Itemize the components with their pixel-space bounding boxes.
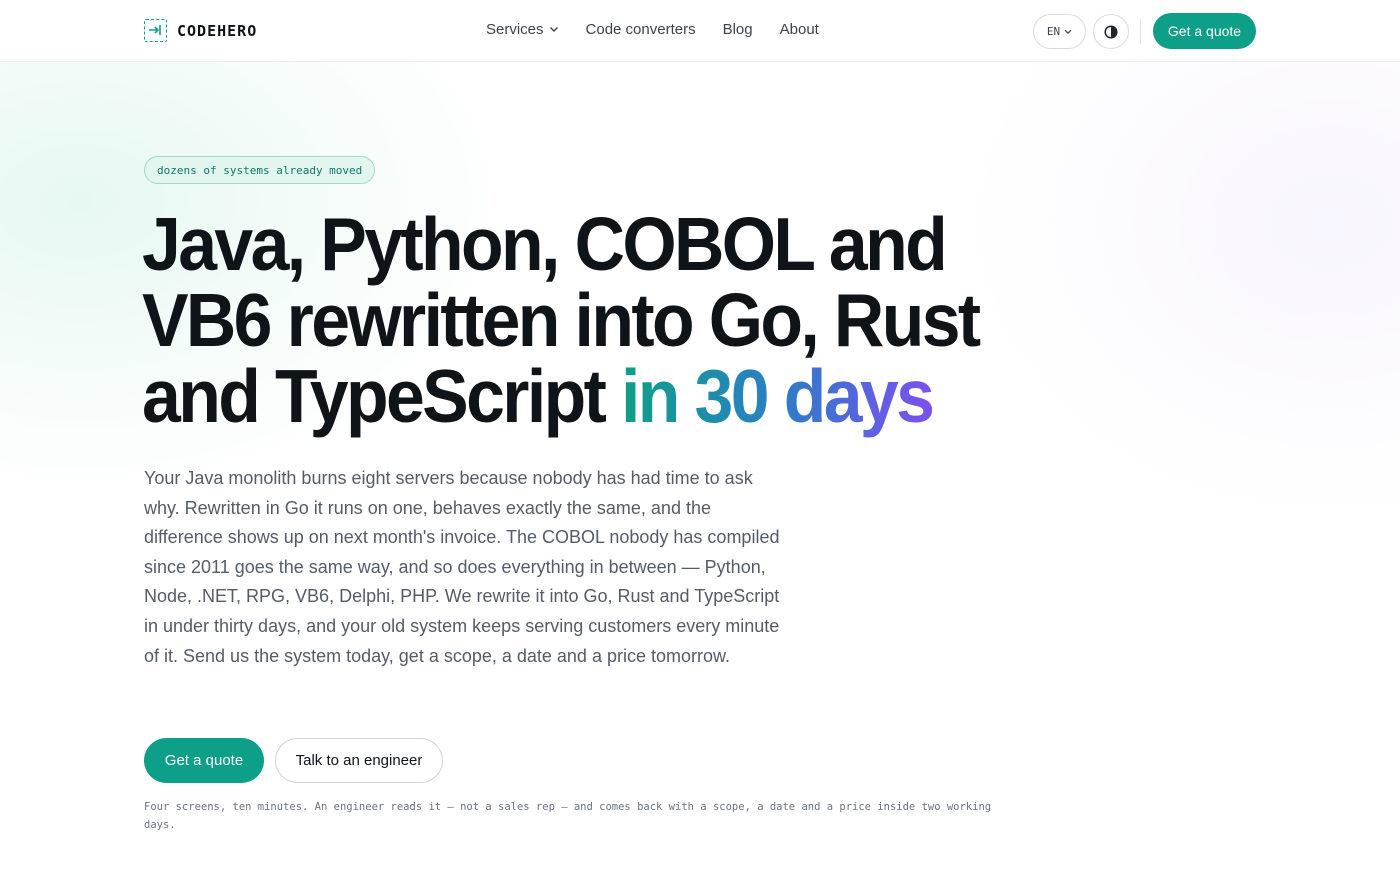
hero-lead: Your Java monolith burns eight servers b… bbox=[144, 468, 780, 666]
hero-headline: Java, Python, COBOL and VB6 rewritten in… bbox=[142, 206, 981, 434]
header-divider bbox=[1140, 18, 1141, 44]
contrast-icon bbox=[1104, 24, 1118, 39]
nav-item-services[interactable]: Services bbox=[486, 21, 559, 38]
chevron-down-icon bbox=[1064, 29, 1072, 34]
nav-item-label: Blog bbox=[722, 21, 753, 38]
talk-to-engineer-button[interactable]: Talk to an engineer bbox=[275, 738, 443, 783]
nav-item-label: Services bbox=[486, 21, 544, 38]
nav-item-blog[interactable]: Blog bbox=[723, 21, 753, 38]
brand-name: CODEHERO bbox=[177, 21, 258, 40]
language-label: EN bbox=[1046, 25, 1061, 38]
chevron-down-icon bbox=[549, 27, 558, 32]
theme-toggle-button[interactable] bbox=[1093, 14, 1129, 49]
nav-item-label: About bbox=[779, 21, 819, 38]
get-quote-button[interactable]: Get a quote bbox=[144, 738, 264, 783]
hero-note: Four screens, ten minutes. An engineer r… bbox=[144, 801, 992, 831]
hero-badge: dozens of systems already moved bbox=[144, 156, 376, 184]
dashed-box-arrow-icon bbox=[144, 19, 167, 42]
nav-item-about[interactable]: About bbox=[780, 21, 819, 38]
language-select[interactable]: EN bbox=[1033, 14, 1086, 49]
nav-item-label: Code converters bbox=[585, 21, 696, 38]
nav-item-code-converters[interactable]: Code converters bbox=[586, 21, 696, 38]
site-header: CODEHERO Services Code converters Blog A… bbox=[0, 0, 1400, 62]
logo[interactable]: CODEHERO bbox=[144, 19, 257, 42]
header-get-quote-button[interactable]: Get a quote bbox=[1153, 13, 1256, 49]
main-nav: Services Code converters Blog About bbox=[486, 21, 819, 38]
headline-highlight: in 30 days bbox=[620, 354, 935, 438]
